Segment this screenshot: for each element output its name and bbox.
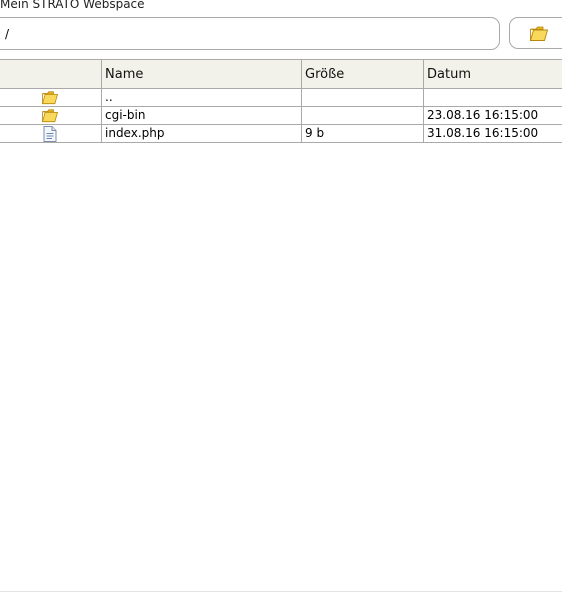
row-date: 31.08.16 16:15:00 [423,124,562,143]
file-table: Name Größe Datum .. cgi-bin 23.08.16 16:… [0,59,562,143]
column-header-date[interactable]: Datum [423,59,562,89]
browse-folder-button[interactable] [509,17,562,49]
path-field[interactable] [0,17,500,50]
column-header-name[interactable]: Name [101,59,302,89]
row-size [301,88,424,107]
row-icon-cell [0,88,102,107]
row-icon-cell [0,124,102,143]
row-name[interactable]: .. [101,88,302,107]
row-icon-cell [0,106,102,125]
folder-icon [41,91,59,105]
row-name[interactable]: index.php [101,124,302,143]
table-row[interactable]: .. [0,88,562,107]
row-name[interactable]: cgi-bin [101,106,302,125]
row-date [423,88,562,107]
table-row[interactable]: index.php 9 b 31.08.16 16:15:00 [0,124,562,143]
panel-title: Mein STRATO Webspace [0,0,145,11]
column-header-size[interactable]: Größe [301,59,424,89]
path-input[interactable] [5,25,475,42]
folder-icon [529,25,549,45]
folder-icon [41,109,59,123]
row-size: 9 b [301,124,424,143]
table-row[interactable]: cgi-bin 23.08.16 16:15:00 [0,106,562,125]
column-header-icon[interactable] [0,59,102,89]
row-date: 23.08.16 16:15:00 [423,106,562,125]
row-size [301,106,424,125]
document-icon [43,125,57,142]
table-header-row: Name Größe Datum [0,59,562,89]
